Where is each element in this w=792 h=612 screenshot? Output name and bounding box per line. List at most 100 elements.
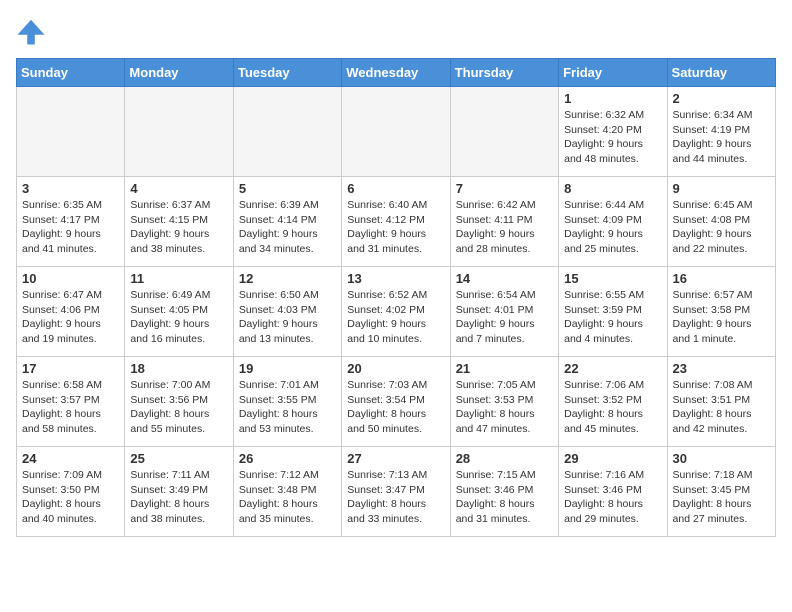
calendar-header-row: SundayMondayTuesdayWednesdayThursdayFrid…: [17, 59, 776, 87]
day-info: Sunrise: 6:47 AM Sunset: 4:06 PM Dayligh…: [22, 288, 119, 347]
logo-icon: [16, 16, 46, 46]
day-info: Sunrise: 6:52 AM Sunset: 4:02 PM Dayligh…: [347, 288, 444, 347]
day-info: Sunrise: 7:08 AM Sunset: 3:51 PM Dayligh…: [673, 378, 770, 437]
day-number: 20: [347, 361, 444, 376]
day-info: Sunrise: 6:50 AM Sunset: 4:03 PM Dayligh…: [239, 288, 336, 347]
day-number: 23: [673, 361, 770, 376]
logo: [16, 16, 50, 46]
calendar-cell: 7 Sunrise: 6:42 AM Sunset: 4:11 PM Daylig…: [450, 177, 558, 267]
day-number: 9: [673, 181, 770, 196]
day-number: 27: [347, 451, 444, 466]
day-number: 29: [564, 451, 661, 466]
calendar-week-row: 10 Sunrise: 6:47 AM Sunset: 4:06 PM Dayli…: [17, 267, 776, 357]
weekday-header: Wednesday: [342, 59, 450, 87]
calendar-cell: 5Sunrise: 6:39 AM Sunset: 4:14 PM Daylig…: [233, 177, 341, 267]
calendar-week-row: 24 Sunrise: 7:09 AM Sunset: 3:50 PM Dayli…: [17, 447, 776, 537]
day-number: 11: [130, 271, 227, 286]
weekday-header: Saturday: [667, 59, 775, 87]
calendar-week-row: 17 Sunrise: 6:58 AM Sunset: 3:57 PM Dayli…: [17, 357, 776, 447]
day-number: 28: [456, 451, 553, 466]
day-info: Sunrise: 6:58 AM Sunset: 3:57 PM Dayligh…: [22, 378, 119, 437]
day-info: Sunrise: 6:57 AM Sunset: 3:58 PM Dayligh…: [673, 288, 770, 347]
calendar-cell: [233, 87, 341, 177]
calendar-cell: 10 Sunrise: 6:47 AM Sunset: 4:06 PM Dayli…: [17, 267, 125, 357]
calendar-cell: [17, 87, 125, 177]
calendar-cell: 8 Sunrise: 6:44 AM Sunset: 4:09 PM Daylig…: [559, 177, 667, 267]
weekday-header: Monday: [125, 59, 233, 87]
day-info: Sunrise: 6:55 AM Sunset: 3:59 PM Dayligh…: [564, 288, 661, 347]
calendar-cell: [342, 87, 450, 177]
calendar-cell: 12 Sunrise: 6:50 AM Sunset: 4:03 PM Dayli…: [233, 267, 341, 357]
calendar-cell: 19 Sunrise: 7:01 AM Sunset: 3:55 PM Dayli…: [233, 357, 341, 447]
day-info: Sunrise: 7:13 AM Sunset: 3:47 PM Dayligh…: [347, 468, 444, 527]
weekday-header: Sunday: [17, 59, 125, 87]
day-number: 22: [564, 361, 661, 376]
day-number: 10: [22, 271, 119, 286]
calendar-cell: [125, 87, 233, 177]
calendar-cell: 27 Sunrise: 7:13 AM Sunset: 3:47 PM Dayli…: [342, 447, 450, 537]
calendar-cell: 1 Sunrise: 6:32 AM Sunset: 4:20 PM Daylig…: [559, 87, 667, 177]
day-number: 21: [456, 361, 553, 376]
day-number: 15: [564, 271, 661, 286]
day-number: 13: [347, 271, 444, 286]
calendar-cell: 6Sunrise: 6:40 AM Sunset: 4:12 PM Daylig…: [342, 177, 450, 267]
day-info: Sunrise: 6:44 AM Sunset: 4:09 PM Dayligh…: [564, 198, 661, 257]
day-info: Sunrise: 6:37 AM Sunset: 4:15 PM Dayligh…: [130, 198, 227, 257]
day-number: 3: [22, 181, 119, 196]
page-header: [16, 16, 776, 46]
day-info: Sunrise: 7:05 AM Sunset: 3:53 PM Dayligh…: [456, 378, 553, 437]
day-info: Sunrise: 7:01 AM Sunset: 3:55 PM Dayligh…: [239, 378, 336, 437]
calendar-cell: 9 Sunrise: 6:45 AM Sunset: 4:08 PM Daylig…: [667, 177, 775, 267]
calendar-cell: [450, 87, 558, 177]
day-info: Sunrise: 7:18 AM Sunset: 3:45 PM Dayligh…: [673, 468, 770, 527]
calendar-cell: 16 Sunrise: 6:57 AM Sunset: 3:58 PM Dayli…: [667, 267, 775, 357]
day-info: Sunrise: 6:42 AM Sunset: 4:11 PM Dayligh…: [456, 198, 553, 257]
day-number: 2: [673, 91, 770, 106]
calendar: SundayMondayTuesdayWednesdayThursdayFrid…: [16, 58, 776, 537]
day-info: Sunrise: 6:35 AM Sunset: 4:17 PM Dayligh…: [22, 198, 119, 257]
calendar-cell: 2 Sunrise: 6:34 AM Sunset: 4:19 PM Daylig…: [667, 87, 775, 177]
calendar-cell: 14 Sunrise: 6:54 AM Sunset: 4:01 PM Dayli…: [450, 267, 558, 357]
calendar-cell: 21 Sunrise: 7:05 AM Sunset: 3:53 PM Dayli…: [450, 357, 558, 447]
day-info: Sunrise: 7:06 AM Sunset: 3:52 PM Dayligh…: [564, 378, 661, 437]
day-info: Sunrise: 6:54 AM Sunset: 4:01 PM Dayligh…: [456, 288, 553, 347]
day-number: 14: [456, 271, 553, 286]
day-number: 24: [22, 451, 119, 466]
day-number: 5: [239, 181, 336, 196]
calendar-cell: 26Sunrise: 7:12 AM Sunset: 3:48 PM Dayli…: [233, 447, 341, 537]
calendar-cell: 24 Sunrise: 7:09 AM Sunset: 3:50 PM Dayli…: [17, 447, 125, 537]
calendar-week-row: 1 Sunrise: 6:32 AM Sunset: 4:20 PM Daylig…: [17, 87, 776, 177]
day-info: Sunrise: 6:34 AM Sunset: 4:19 PM Dayligh…: [673, 108, 770, 167]
calendar-week-row: 3 Sunrise: 6:35 AM Sunset: 4:17 PM Daylig…: [17, 177, 776, 267]
calendar-cell: 17 Sunrise: 6:58 AM Sunset: 3:57 PM Dayli…: [17, 357, 125, 447]
day-number: 12: [239, 271, 336, 286]
calendar-cell: 13 Sunrise: 6:52 AM Sunset: 4:02 PM Dayli…: [342, 267, 450, 357]
day-info: Sunrise: 7:03 AM Sunset: 3:54 PM Dayligh…: [347, 378, 444, 437]
calendar-cell: 30 Sunrise: 7:18 AM Sunset: 3:45 PM Dayli…: [667, 447, 775, 537]
day-info: Sunrise: 7:11 AM Sunset: 3:49 PM Dayligh…: [130, 468, 227, 527]
day-info: Sunrise: 6:45 AM Sunset: 4:08 PM Dayligh…: [673, 198, 770, 257]
day-info: Sunrise: 7:16 AM Sunset: 3:46 PM Dayligh…: [564, 468, 661, 527]
calendar-cell: 11Sunrise: 6:49 AM Sunset: 4:05 PM Dayli…: [125, 267, 233, 357]
calendar-cell: 22 Sunrise: 7:06 AM Sunset: 3:52 PM Dayli…: [559, 357, 667, 447]
calendar-cell: 15 Sunrise: 6:55 AM Sunset: 3:59 PM Dayli…: [559, 267, 667, 357]
day-number: 30: [673, 451, 770, 466]
calendar-cell: 29 Sunrise: 7:16 AM Sunset: 3:46 PM Dayli…: [559, 447, 667, 537]
day-info: Sunrise: 6:32 AM Sunset: 4:20 PM Dayligh…: [564, 108, 661, 167]
day-info: Sunrise: 6:40 AM Sunset: 4:12 PM Dayligh…: [347, 198, 444, 257]
day-info: Sunrise: 7:00 AM Sunset: 3:56 PM Dayligh…: [130, 378, 227, 437]
day-info: Sunrise: 7:09 AM Sunset: 3:50 PM Dayligh…: [22, 468, 119, 527]
day-number: 19: [239, 361, 336, 376]
calendar-cell: 23 Sunrise: 7:08 AM Sunset: 3:51 PM Dayli…: [667, 357, 775, 447]
day-number: 8: [564, 181, 661, 196]
calendar-cell: 20 Sunrise: 7:03 AM Sunset: 3:54 PM Dayli…: [342, 357, 450, 447]
weekday-header: Thursday: [450, 59, 558, 87]
day-number: 17: [22, 361, 119, 376]
calendar-cell: 25 Sunrise: 7:11 AM Sunset: 3:49 PM Dayli…: [125, 447, 233, 537]
day-number: 1: [564, 91, 661, 106]
day-info: Sunrise: 7:15 AM Sunset: 3:46 PM Dayligh…: [456, 468, 553, 527]
day-number: 25: [130, 451, 227, 466]
day-number: 7: [456, 181, 553, 196]
day-info: Sunrise: 7:12 AM Sunset: 3:48 PM Dayligh…: [239, 468, 336, 527]
day-number: 16: [673, 271, 770, 286]
